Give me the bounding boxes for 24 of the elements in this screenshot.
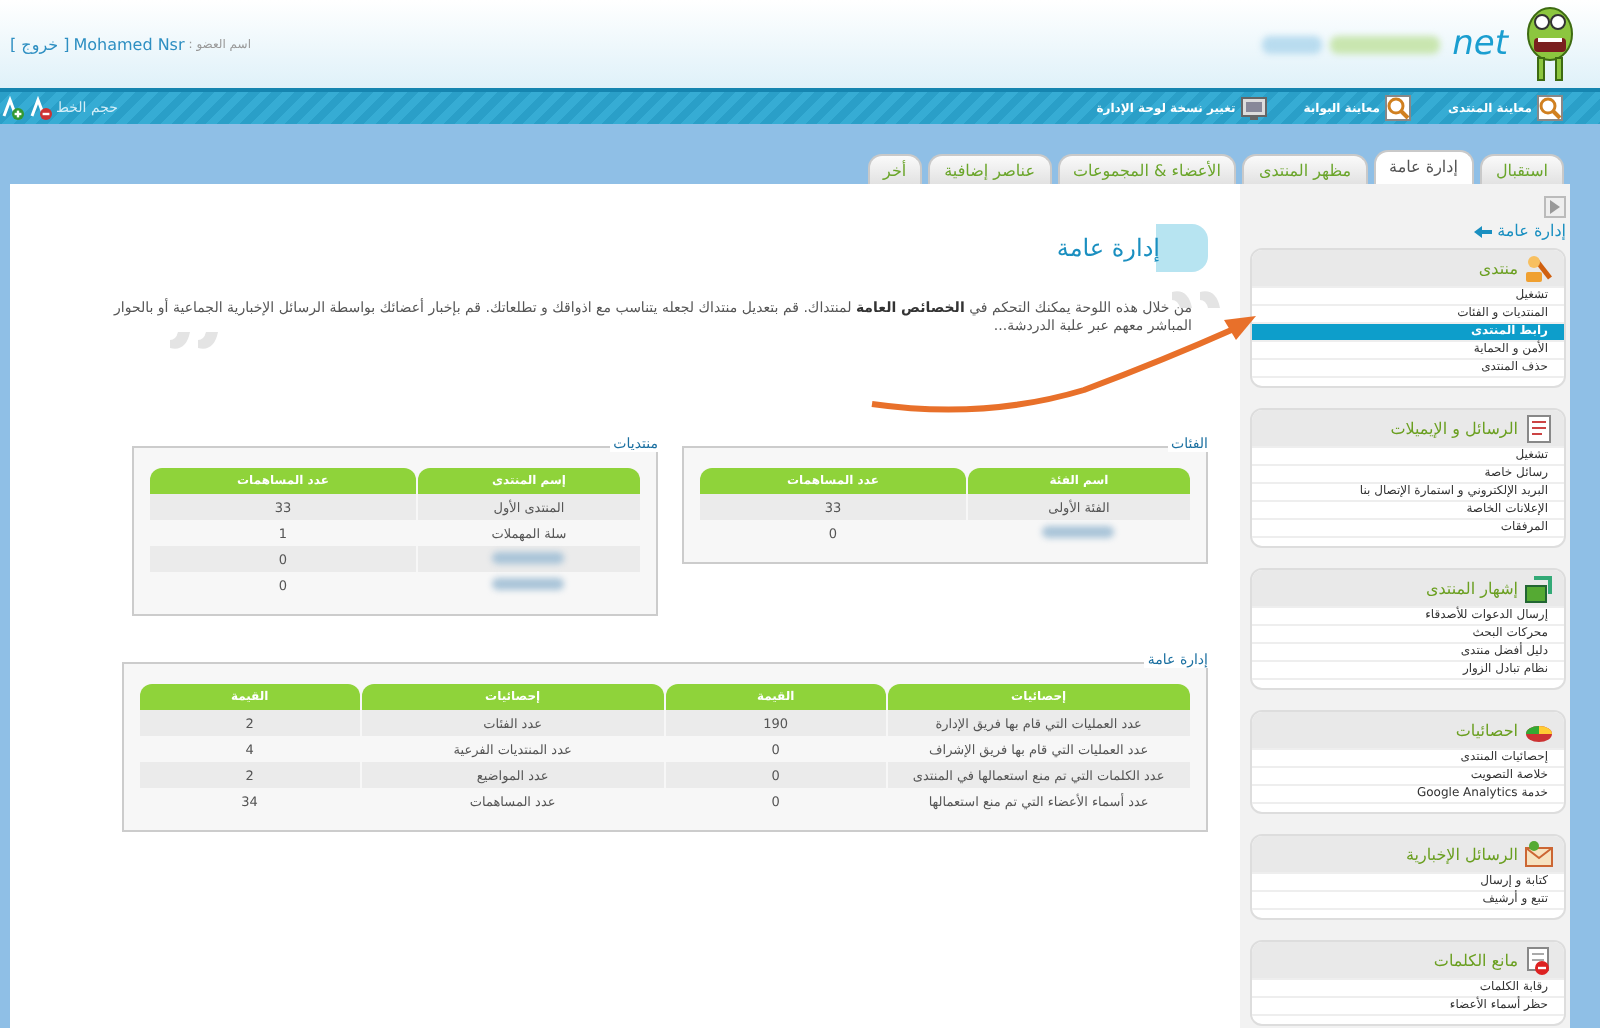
menu-title: مانع الكلمات bbox=[1433, 951, 1518, 969]
magnifier-icon bbox=[1536, 94, 1564, 122]
quote-icon bbox=[1172, 288, 1220, 308]
menu-title: منتدى bbox=[1478, 259, 1518, 277]
document-icon bbox=[1524, 413, 1554, 443]
menu-title: الرسائل الإخبارية bbox=[1405, 845, 1518, 863]
blurred-text-drawing bbox=[488, 575, 569, 591]
envelope-icon bbox=[1524, 839, 1554, 869]
logo-text: net bbox=[1452, 24, 1508, 64]
blocked-document-icon bbox=[1524, 945, 1554, 975]
menu-title: احصائيات bbox=[1455, 721, 1518, 739]
font-decrease-icon bbox=[28, 96, 52, 120]
blurred-text-drawing bbox=[1038, 523, 1119, 539]
menu-title: الرسائل و الإيميلات bbox=[1390, 419, 1518, 437]
member-name: Mohamed Nsr bbox=[73, 36, 185, 54]
arrow-left-icon bbox=[1473, 225, 1492, 237]
monitor-icon bbox=[1239, 94, 1268, 122]
tab[interactable]: إدارة عامة bbox=[1373, 150, 1474, 184]
magnifier-icon bbox=[1384, 94, 1413, 122]
blurred-text-drawing bbox=[488, 549, 569, 565]
font-increase-icon bbox=[0, 96, 24, 120]
menu-title: إشهار المنتدى bbox=[1425, 579, 1518, 597]
wrench-icon bbox=[1524, 253, 1554, 283]
quote-icon bbox=[170, 332, 218, 352]
